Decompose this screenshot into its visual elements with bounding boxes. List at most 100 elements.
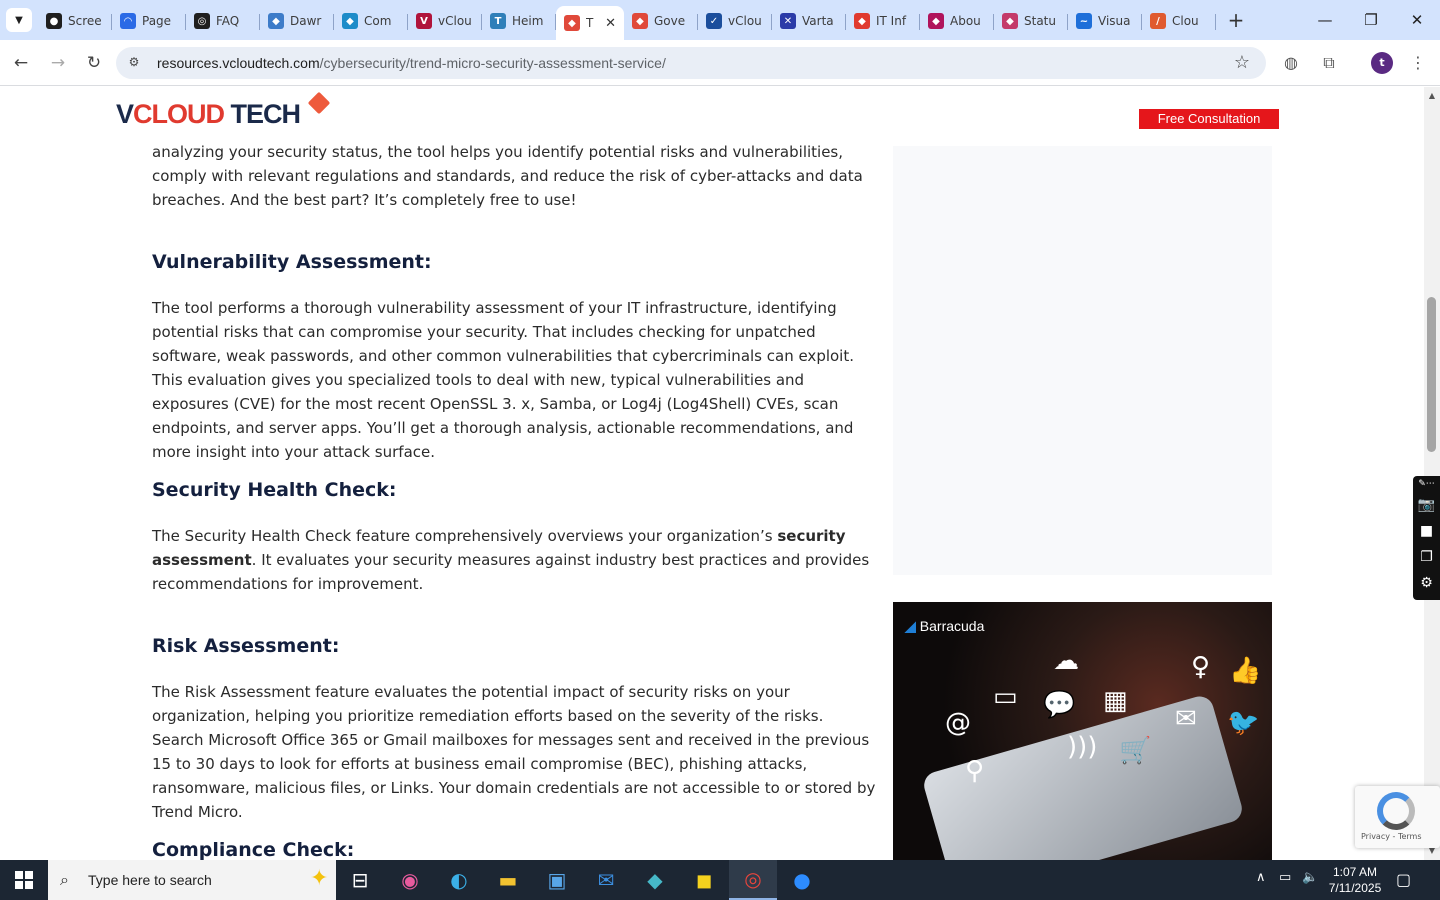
pin-icon[interactable]: ✎⋯ <box>1413 476 1440 492</box>
wifi-icon: ))) <box>1067 732 1098 762</box>
browser-tab[interactable]: ◆ Statu <box>994 6 1068 36</box>
store-icon[interactable]: ▣ <box>533 860 581 900</box>
clock-time: 1:07 AM <box>1332 865 1378 879</box>
reload-button[interactable]: ↻ <box>81 50 107 76</box>
copilot-icon[interactable]: ◉ <box>386 860 434 900</box>
bookmark-star-icon[interactable]: ☆ <box>1234 52 1250 73</box>
browser-tab[interactable]: ◆ T ✕ <box>556 6 624 40</box>
url-text[interactable]: resources.vcloudtech.com/cybersecurity/t… <box>157 55 666 71</box>
browser-tab[interactable]: ◆ Gove <box>624 6 698 36</box>
health-text-2: . It evaluates your security measures ag… <box>152 551 870 593</box>
browser-tab[interactable]: / Clou <box>1142 6 1216 36</box>
forward-button[interactable]: → <box>45 50 71 76</box>
tray-chevron-icon[interactable]: ∧ <box>1256 870 1266 885</box>
windows-taskbar: ⌕ Type here to search ✦ ⊟ ◉ ◐ ▬ ▣ ✉ ◆ ◼ … <box>0 860 1440 900</box>
network-icon[interactable]: ▭ <box>1279 870 1291 885</box>
taskbar-search[interactable]: ⌕ Type here to search ✦ <box>48 860 336 900</box>
health-text-1: The Security Health Check feature compre… <box>152 527 778 545</box>
volume-icon[interactable]: 🔈 <box>1302 870 1318 885</box>
tab-title: FAQ <box>216 14 240 28</box>
reload-icon: ↻ <box>86 53 102 73</box>
tab-favicon-icon: ◆ <box>632 13 648 29</box>
maximize-button[interactable]: ❐ <box>1348 0 1394 40</box>
back-button[interactable]: ← <box>8 50 34 76</box>
settings-gear-icon[interactable]: ⚙ <box>1413 570 1440 596</box>
start-button[interactable] <box>0 860 48 900</box>
recaptcha-badge[interactable]: Privacy - Terms <box>1355 786 1440 848</box>
site-logo[interactable]: VCLOUD TECH <box>116 99 301 130</box>
tab-favicon-icon: ◎ <box>194 13 210 29</box>
profile-avatar[interactable]: t <box>1371 52 1393 74</box>
notification-icon[interactable]: ▢ <box>1396 870 1411 889</box>
tab-favicon-icon: ◆ <box>928 13 944 29</box>
site-info-icon[interactable]: ⚙ <box>126 55 142 71</box>
sticky-notes-icon[interactable]: ◼ <box>680 860 728 900</box>
twitter-bird-icon: 🐦 <box>1227 708 1260 738</box>
recaptcha-logo-icon <box>1377 792 1415 830</box>
menu-icon[interactable]: ⋮ <box>1405 50 1431 76</box>
browser-tab[interactable]: ~ Visua <box>1068 6 1142 36</box>
tab-favicon-icon: ◆ <box>268 13 284 29</box>
tab-favicon-icon: ◆ <box>564 15 580 31</box>
close-window-button[interactable]: ✕ <box>1394 0 1440 40</box>
browser-tab[interactable]: ◆ Abou <box>920 6 994 36</box>
browser-tab[interactable]: ● Scree <box>38 6 112 36</box>
tab-search-button[interactable]: ▼ <box>6 8 32 32</box>
tab-title: vClou <box>438 14 472 28</box>
tab-favicon-icon: ◆ <box>342 13 358 29</box>
tab-title: Com <box>364 14 392 28</box>
barracuda-promo-image[interactable]: ◢ Barracuda ☁ ▭ 💬 @ ▦ ♀ 👍 ✉ 🐦 ))) 🛒 ⚲ <box>893 602 1272 860</box>
file-explorer-icon[interactable]: ▬ <box>484 860 532 900</box>
monitor-icon: ▭ <box>993 682 1018 712</box>
browser-tab[interactable]: ◠ Page <box>112 6 186 36</box>
translate-icon[interactable]: ◍ <box>1278 50 1304 76</box>
browser-tab[interactable]: VvClou <box>408 6 482 36</box>
window-capture-icon[interactable]: ❐ <box>1413 544 1440 570</box>
taskbar-clock[interactable]: 1:07 AM 7/11/2025 <box>1322 864 1388 896</box>
search-highlight-icon: ✦ <box>310 866 329 891</box>
app-diamond-icon[interactable]: ◆ <box>631 860 679 900</box>
free-consultation-button[interactable]: Free Consultation <box>1139 109 1279 129</box>
heading-health-check: Security Health Check: <box>152 479 397 501</box>
tab-favicon-icon: ✕ <box>780 13 796 29</box>
edge-icon[interactable]: ◐ <box>435 860 483 900</box>
arrow-left-icon: ← <box>13 53 29 73</box>
browser-tab[interactable]: ◎ FAQ <box>186 6 260 36</box>
heading-vulnerability: Vulnerability Assessment: <box>152 251 432 273</box>
heading-compliance: Compliance Check: <box>152 839 355 860</box>
address-bar[interactable]: ⚙ resources.vcloudtech.com/cybersecurity… <box>116 47 1266 79</box>
mail-icon[interactable]: ✉ <box>582 860 630 900</box>
scroll-up-arrow[interactable]: ▲ <box>1424 89 1440 103</box>
camera-icon[interactable]: 📷 <box>1413 492 1440 518</box>
browser-tab[interactable]: ◆ IT Inf <box>846 6 920 36</box>
barracuda-logo-icon: ◢ <box>905 618 916 634</box>
sidebar-ad-placeholder <box>893 146 1272 575</box>
recaptcha-links[interactable]: Privacy - Terms <box>1361 832 1422 841</box>
chrome-icon[interactable]: ◎ <box>729 860 777 900</box>
browser-tab[interactable]: ◆ Com <box>334 6 408 36</box>
tab-close-icon[interactable]: ✕ <box>605 16 616 31</box>
video-icon[interactable]: ■ <box>1413 518 1440 544</box>
tab-title: Visua <box>1098 14 1131 28</box>
extensions-icon[interactable]: ⧉ <box>1316 50 1342 76</box>
minimize-button[interactable]: — <box>1302 0 1348 40</box>
browser-tab[interactable]: T Heim <box>482 6 556 36</box>
task-view-icon[interactable]: ⊟ <box>336 860 384 900</box>
tab-favicon-icon: ● <box>46 13 62 29</box>
browser-tab[interactable]: ✕ Varta <box>772 6 846 36</box>
zoom-icon[interactable]: ● <box>778 860 826 900</box>
tab-favicon-icon: ◠ <box>120 13 136 29</box>
arrow-right-icon: → <box>50 53 66 73</box>
scrollbar-thumb[interactable] <box>1427 297 1436 452</box>
browser-tab[interactable]: ✓ vClou <box>698 6 772 36</box>
at-sign-icon: @ <box>945 708 971 738</box>
page-scrollbar[interactable] <box>1424 87 1440 860</box>
new-tab-button[interactable]: + <box>1224 8 1248 32</box>
tab-favicon-icon: ~ <box>1076 13 1092 29</box>
tab-favicon-icon: / <box>1150 13 1166 29</box>
tab-title: Clou <box>1172 14 1199 28</box>
heading-risk: Risk Assessment: <box>152 635 340 657</box>
tab-title: Varta <box>802 14 834 28</box>
browser-tab[interactable]: ◆ Dawr <box>260 6 334 36</box>
thumbs-up-icon: 👍 <box>1229 656 1262 686</box>
